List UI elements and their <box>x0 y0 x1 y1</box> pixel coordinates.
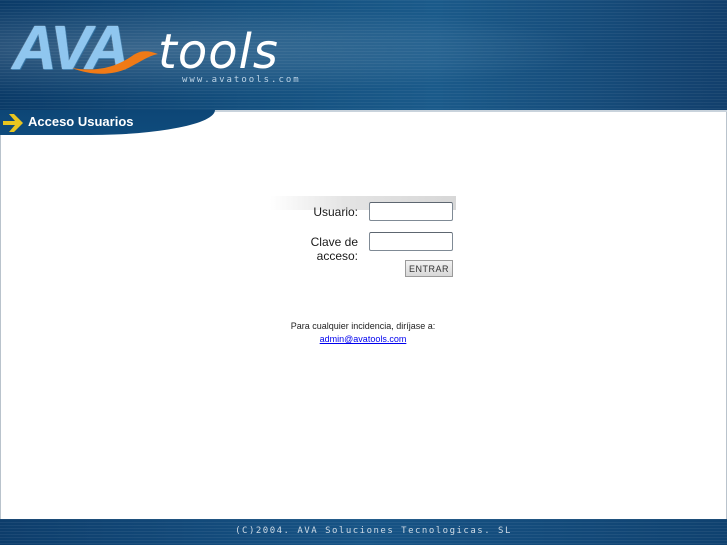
username-label: Usuario: <box>313 205 358 219</box>
username-input[interactable] <box>369 202 453 221</box>
login-form: Usuario: Clave de acceso: ENTRAR <box>270 196 456 278</box>
logo-url-text: www.avatools.com <box>182 75 301 85</box>
logo-tools-text: tools <box>158 24 279 80</box>
header: AVA tools www.avatools.com <box>0 0 727 110</box>
logo-swoosh-icon <box>72 51 158 74</box>
enter-button[interactable]: ENTRAR <box>405 260 453 277</box>
contact-text: Para cualquier incidencia, diríjase a: <box>290 321 436 331</box>
footer-copyright: (C)2004. AVA Soluciones Tecnologicas. SL <box>235 526 512 536</box>
logo: AVA tools www.avatools.com <box>12 18 312 88</box>
contact-email-link[interactable]: admin@avatools.com <box>230 334 496 344</box>
contact-info: Para cualquier incidencia, diríjase a: a… <box>230 321 496 344</box>
password-input[interactable] <box>369 232 453 251</box>
arrow-right-icon <box>3 114 23 132</box>
section-title: Acceso Usuarios <box>28 114 134 129</box>
password-label: Clave de acceso: <box>310 235 358 263</box>
footer: (C)2004. AVA Soluciones Tecnologicas. SL <box>0 519 727 545</box>
